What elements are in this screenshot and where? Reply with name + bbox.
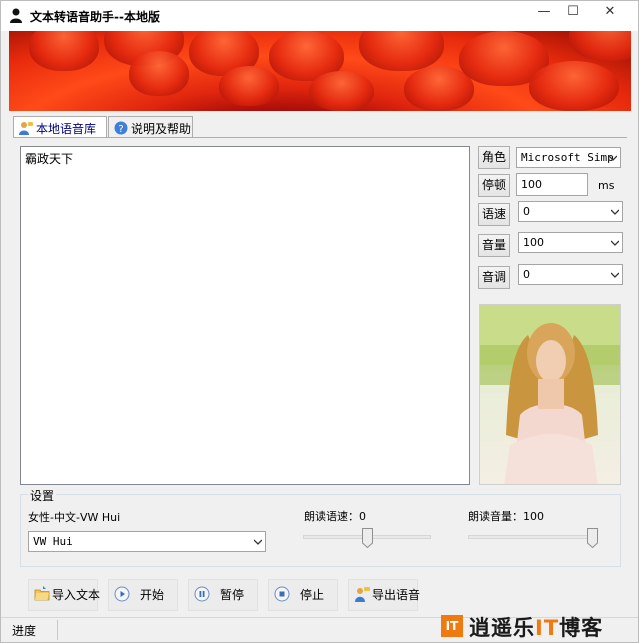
volume-slider-thumb[interactable] xyxy=(587,528,598,548)
portrait-image xyxy=(480,305,620,484)
pause-playback-button[interactable]: 暂停 xyxy=(188,579,258,611)
volume-label: 朗读音量：100 xyxy=(468,510,544,523)
role-select[interactable]: Microsoft Simp xyxy=(516,147,621,168)
folder-icon xyxy=(34,586,50,601)
chevron-down-icon xyxy=(611,272,619,278)
pause-unit: ms xyxy=(598,179,615,192)
export-audio-button[interactable]: 导出语音 xyxy=(348,579,421,611)
start-label: 开始 xyxy=(140,588,165,602)
user-icon xyxy=(10,8,22,23)
voice-avatar-photo xyxy=(479,304,621,485)
window-title: 文本转语音助手--本地版 xyxy=(30,10,160,24)
settings-title: 设置 xyxy=(28,487,57,504)
stop-button[interactable]: 停止 xyxy=(268,579,338,611)
volume-button[interactable]: 音量 xyxy=(478,234,510,257)
watermark-text-c: 博客 xyxy=(559,616,604,640)
pitch-button[interactable]: 音调 xyxy=(478,266,510,289)
voice-name-label: 女性-中文-VW Hui xyxy=(28,511,121,524)
help-icon: ? xyxy=(114,121,128,135)
text-editor[interactable]: 霸政天下 xyxy=(20,146,470,485)
chevron-down-icon xyxy=(609,155,617,161)
rate-slider-thumb[interactable] xyxy=(361,528,373,548)
import-text-button[interactable]: 导入文本 xyxy=(28,579,101,611)
voice-select[interactable]: VW Hui xyxy=(28,531,266,552)
tab-label: 说明及帮助 xyxy=(131,122,192,136)
pitch-select-value: 0 xyxy=(523,268,530,281)
user-speech-icon xyxy=(355,587,370,602)
volume-select[interactable]: 100 xyxy=(518,232,623,253)
stop-label: 停止 xyxy=(300,588,325,602)
user-speech-icon xyxy=(19,122,33,135)
export-audio-label: 导出语音 xyxy=(372,588,421,602)
close-button[interactable]: ✕ xyxy=(588,1,632,25)
volume-select-value: 100 xyxy=(523,236,544,249)
rate-label: 朗读语速：0 xyxy=(304,510,366,523)
maximize-button[interactable]: ☐ xyxy=(558,1,588,25)
progress-label: 进度 xyxy=(12,624,37,638)
pitch-select[interactable]: 0 xyxy=(518,264,623,285)
role-select-value: Microsoft Simp xyxy=(521,151,614,164)
watermark-logo: IT xyxy=(441,615,463,637)
voice-select-value: VW Hui xyxy=(33,535,73,548)
start-button[interactable]: 开始 xyxy=(108,579,178,611)
tab-label: 本地语音库 xyxy=(36,122,97,136)
speed-select-value: 0 xyxy=(523,205,530,218)
role-button[interactable]: 角色 xyxy=(478,146,510,169)
chevron-down-icon xyxy=(254,539,262,545)
pause-button[interactable]: 停顿 xyxy=(478,174,510,197)
stop-icon xyxy=(274,586,290,602)
watermark-text-b: IT xyxy=(535,616,560,640)
play-icon xyxy=(114,586,130,602)
app-window: 文本转语音助手--本地版 — ☐ ✕ 本地语音库 ? 说明及帮助 霸政天下 角色… xyxy=(0,0,639,643)
watermark-text: 逍遥乐IT博客 xyxy=(469,612,603,642)
tab-help[interactable]: ? 说明及帮助 xyxy=(108,116,193,138)
minimize-button[interactable]: — xyxy=(529,1,559,25)
tab-local-voice[interactable]: 本地语音库 xyxy=(13,116,107,139)
watermark-text-a: 逍遥乐 xyxy=(469,616,535,640)
svg-text:?: ? xyxy=(118,124,123,135)
volume-slider[interactable] xyxy=(468,535,598,539)
pause-playback-label: 暂停 xyxy=(220,588,245,602)
import-text-label: 导入文本 xyxy=(52,588,101,602)
chevron-down-icon xyxy=(611,240,619,246)
title-bar: 文本转语音助手--本地版 — ☐ ✕ xyxy=(1,1,638,31)
banner-image xyxy=(9,31,631,111)
chevron-down-icon xyxy=(611,209,619,215)
pause-icon xyxy=(194,586,210,602)
pause-input[interactable]: 100 xyxy=(516,173,588,196)
speed-select[interactable]: 0 xyxy=(518,201,623,222)
status-separator xyxy=(57,620,58,640)
speed-button[interactable]: 语速 xyxy=(478,203,510,226)
